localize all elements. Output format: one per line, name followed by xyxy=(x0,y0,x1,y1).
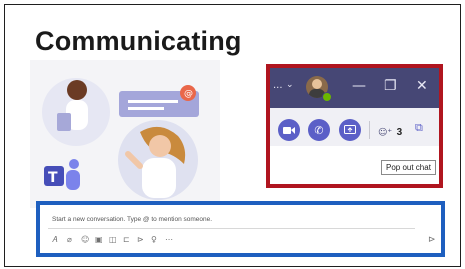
format-icon[interactable]: 𝐴 xyxy=(52,235,57,245)
praise-icon[interactable]: ⊳ xyxy=(137,235,144,244)
participants-button[interactable]: ☺⁺ 3 xyxy=(378,122,402,138)
more-options-icon[interactable]: ⋯ xyxy=(165,235,173,244)
teams-illustration-art: @ T xyxy=(42,78,199,200)
attach-icon[interactable]: ⌀ xyxy=(67,235,72,244)
svg-text:@: @ xyxy=(184,89,193,99)
presence-available-icon xyxy=(322,92,332,102)
sticker-icon[interactable]: ◫ xyxy=(109,235,117,244)
call-toolbar: ✆ ☺⁺ 3 ⧉ xyxy=(270,108,439,146)
video-call-button[interactable] xyxy=(278,119,300,141)
pop-out-icon[interactable]: ⧉ xyxy=(415,121,423,135)
title-dots: ... xyxy=(273,80,283,91)
send-icon[interactable]: ⊳ xyxy=(428,235,436,245)
pop-out-tooltip: Pop out chat xyxy=(381,160,436,175)
participant-count: 3 xyxy=(396,127,403,138)
emoji-icon[interactable]: ☺ xyxy=(81,235,89,244)
chevron-down-icon[interactable]: ⌄ xyxy=(286,81,294,90)
compose-box: Start a new conversation. Type @ to ment… xyxy=(36,201,445,257)
video-camera-icon xyxy=(283,126,295,134)
audio-call-button[interactable]: ✆ xyxy=(308,119,330,141)
share-screen-icon xyxy=(344,125,356,134)
minimize-icon[interactable]: — xyxy=(352,79,366,93)
close-icon[interactable]: ✕ xyxy=(416,79,428,93)
meet-icon[interactable]: ⊏ xyxy=(123,235,130,244)
svg-text:T: T xyxy=(48,170,58,186)
gif-icon[interactable]: ▣ xyxy=(95,235,103,244)
share-screen-button[interactable] xyxy=(339,119,361,141)
people-icon: ☺⁺ xyxy=(378,128,393,138)
slide-title: Communicating xyxy=(35,26,242,56)
loop-icon[interactable]: ♀ xyxy=(151,235,157,244)
phone-icon: ✆ xyxy=(314,123,324,137)
toolbar-divider xyxy=(369,121,370,139)
message-input[interactable]: Start a new conversation. Type @ to ment… xyxy=(48,211,415,229)
restore-icon[interactable]: ❐ xyxy=(384,79,397,93)
window-titlebar: ... ⌄ — ❐ ✕ xyxy=(270,68,439,108)
teams-illustration: @ T xyxy=(30,60,220,208)
teams-call-window: ... ⌄ — ❐ ✕ ✆ ☺⁺ 3 ⧉ Pop out chat xyxy=(266,64,443,188)
